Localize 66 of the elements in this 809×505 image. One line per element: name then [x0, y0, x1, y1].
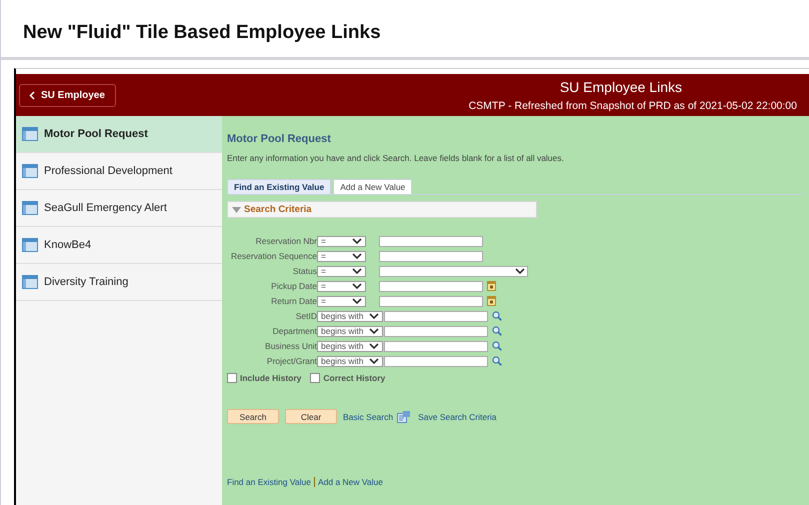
checkbox-label: Correct History	[323, 373, 386, 383]
action-button[interactable]: Clear	[285, 409, 337, 424]
tile-icon	[22, 201, 38, 215]
action-button[interactable]: Search	[227, 409, 279, 424]
section-header[interactable]: Search Criteria	[227, 201, 537, 218]
tab[interactable]: Find an Existing Value	[227, 179, 332, 194]
search-icon[interactable]	[492, 326, 502, 336]
tab[interactable]: Add a New Value	[333, 179, 412, 194]
field-label: SetID	[294, 311, 317, 321]
search-icon[interactable]	[492, 341, 502, 351]
calendar-icon[interactable]	[487, 281, 496, 291]
tile-icon	[22, 275, 38, 289]
field-label: Return Date	[270, 296, 317, 306]
field-label: Status	[292, 266, 317, 276]
page-title: New "Fluid" Tile Based Employee Links	[23, 22, 381, 44]
page-heading: Motor Pool Request	[227, 133, 332, 145]
tile-icon	[22, 164, 38, 178]
chevron-down-icon	[515, 268, 525, 274]
header-subtitle: CSMTP - Refreshed from Snapshot of PRD as of 2021-05-02 22:00:00	[468, 100, 797, 112]
operator-dropdown[interactable]: begins with	[317, 310, 383, 322]
operator-dropdown[interactable]: =	[317, 280, 366, 292]
field-label: Project/Grant	[266, 356, 317, 366]
header-title: SU Employee Links	[560, 78, 682, 94]
footer-link[interactable]: Add a New Value	[318, 477, 384, 487]
operator-dropdown[interactable]: begins with	[317, 340, 383, 352]
checkbox[interactable]	[227, 373, 237, 383]
field-label: Reservation Sequence	[230, 251, 317, 261]
calendar-icon[interactable]	[487, 296, 496, 306]
sidebar-item[interactable]: KnowBe4	[16, 227, 222, 264]
save-criteria-icon[interactable]	[397, 410, 410, 422]
save-search-link[interactable]: Save Search Criteria	[418, 412, 497, 422]
status-dropdown[interactable]	[379, 266, 528, 276]
input-field[interactable]	[384, 310, 488, 322]
input-field[interactable]	[384, 356, 488, 366]
operator-dropdown[interactable]: begins with	[317, 326, 383, 336]
triangle-down-icon	[232, 206, 241, 212]
field-label: Business Unit	[264, 341, 317, 351]
tile-icon	[22, 238, 38, 252]
sidebar-item[interactable]: Motor Pool Request	[16, 116, 222, 153]
input-field[interactable]	[379, 280, 483, 292]
operator-dropdown[interactable]: =	[317, 266, 366, 276]
field-label: Reservation Nbr	[254, 236, 317, 246]
input-field[interactable]	[379, 250, 483, 262]
sidebar-item[interactable]: Diversity Training	[16, 264, 222, 301]
operator-dropdown[interactable]: =	[317, 236, 366, 246]
field-label: Pickup Date	[270, 281, 317, 291]
tile-icon	[22, 127, 38, 141]
footer-link[interactable]: Find an Existing Value	[227, 477, 311, 487]
instructions-text: Enter any information you have and click Search. Leave fields blank for a list of all values.	[227, 153, 565, 163]
back-button[interactable]: SU Employee	[19, 84, 116, 106]
input-field[interactable]	[379, 296, 483, 306]
search-icon[interactable]	[492, 311, 502, 321]
chevron-left-icon	[29, 90, 35, 100]
field-label: Department	[272, 326, 317, 336]
sidebar-item[interactable]: SeaGull Emergency Alert	[16, 190, 222, 227]
operator-dropdown[interactable]: =	[317, 250, 366, 262]
input-field[interactable]	[384, 326, 488, 336]
basic-search-link[interactable]: Basic Search	[343, 412, 394, 422]
input-field[interactable]	[379, 236, 483, 246]
operator-dropdown[interactable]: =	[317, 296, 366, 306]
sidebar-item[interactable]: Professional Development	[16, 153, 222, 190]
checkbox[interactable]	[310, 373, 320, 383]
search-icon[interactable]	[492, 356, 502, 366]
input-field[interactable]	[384, 340, 488, 352]
operator-dropdown[interactable]: begins with	[317, 356, 383, 366]
checkbox-label: Include History	[240, 373, 302, 383]
